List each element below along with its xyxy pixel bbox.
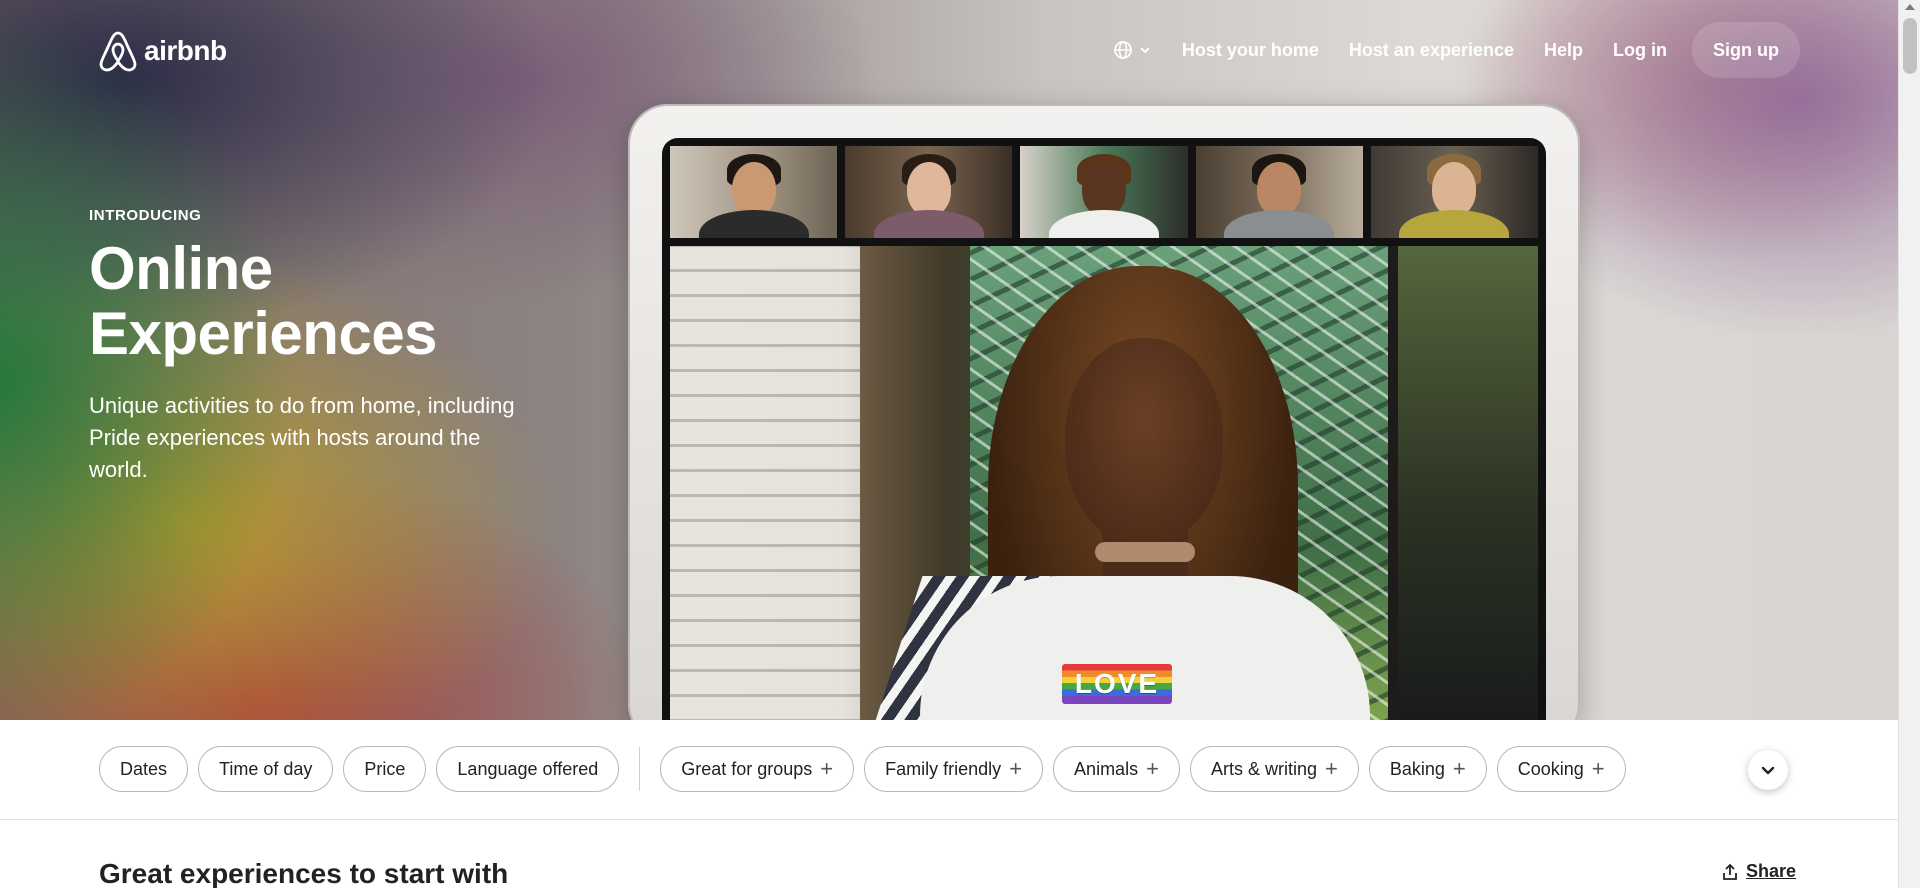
scroll-up-arrow[interactable] bbox=[1905, 4, 1915, 10]
section-title: Great experiences to start with bbox=[99, 858, 509, 888]
hero-subtitle: Unique activities to do from home, inclu… bbox=[89, 393, 515, 482]
participant-thumbnail-active bbox=[1020, 146, 1188, 238]
participant-thumbnail bbox=[1195, 146, 1363, 238]
plus-icon: + bbox=[1324, 756, 1338, 781]
page-scrollbar[interactable] bbox=[1898, 0, 1920, 888]
nav-help[interactable]: Help bbox=[1529, 28, 1598, 72]
expand-filters-button[interactable] bbox=[1748, 750, 1788, 790]
share-button[interactable]: Share bbox=[1722, 861, 1796, 882]
nav-host-an-experience[interactable]: Host an experience bbox=[1334, 28, 1529, 72]
category-chip-family-friendly[interactable]: Family friendly + bbox=[864, 746, 1044, 792]
brick-wall bbox=[670, 246, 860, 720]
nav-log-in[interactable]: Log in bbox=[1598, 28, 1682, 72]
filter-chip-language-offered[interactable]: Language offered bbox=[436, 746, 620, 792]
filter-chip-price[interactable]: Price bbox=[343, 746, 427, 792]
plus-icon: + bbox=[1146, 756, 1159, 781]
plus-icon: + bbox=[1009, 756, 1023, 781]
hero-title-line-1: Online bbox=[89, 235, 273, 302]
plus-icon: + bbox=[1591, 756, 1605, 781]
filter-divider bbox=[639, 747, 641, 791]
share-icon bbox=[1723, 863, 1737, 880]
category-chip-baking[interactable]: Baking + bbox=[1368, 746, 1487, 792]
filter-chip-time-of-day[interactable]: Time of day bbox=[198, 746, 334, 792]
category-chip-animals[interactable]: Animals + bbox=[1053, 746, 1180, 792]
airbnb-belo-icon bbox=[99, 31, 137, 72]
chevron-down-icon bbox=[1761, 766, 1775, 775]
filter-bar: Dates Time of day Price Language offered… bbox=[0, 720, 1898, 820]
category-chip-great-for-groups[interactable]: Great for groups + bbox=[660, 746, 855, 792]
filter-chips: Dates Time of day Price Language offered… bbox=[99, 746, 1626, 792]
nav-actions: Host your home Host an experience Help L… bbox=[1097, 22, 1800, 78]
participant-thumbnails bbox=[670, 146, 1539, 238]
nav-host-your-home[interactable]: Host your home bbox=[1167, 28, 1334, 72]
category-chip-arts-writing[interactable]: Arts & writing + bbox=[1189, 746, 1359, 792]
hero-banner: LOVE airbnb Host your home Host an exper… bbox=[0, 0, 1898, 720]
plus-icon: + bbox=[1452, 756, 1466, 781]
language-selector[interactable] bbox=[1097, 28, 1167, 72]
brand-name: airbnb bbox=[144, 35, 227, 66]
host-face bbox=[1065, 338, 1223, 543]
featured-host-video: LOVE bbox=[670, 246, 1538, 720]
filter-chip-dates[interactable]: Dates bbox=[99, 746, 189, 792]
scrollbar-thumb[interactable] bbox=[1903, 18, 1917, 74]
love-badge-text: LOVE bbox=[1074, 668, 1160, 699]
participant-thumbnail bbox=[670, 146, 838, 238]
airbnb-logo[interactable]: airbnb bbox=[98, 30, 227, 72]
hero-title: Online Experiences bbox=[89, 236, 559, 366]
sign-up-button[interactable]: Sign up bbox=[1692, 22, 1800, 78]
top-nav: airbnb Host your home Host an experience… bbox=[0, 0, 1898, 100]
chevron-down-icon bbox=[1140, 47, 1150, 54]
category-chip-cooking[interactable]: Cooking + bbox=[1496, 746, 1626, 792]
hero-title-line-2: Experiences bbox=[89, 300, 438, 367]
background-window bbox=[1388, 246, 1538, 720]
share-label: Share bbox=[1746, 861, 1797, 881]
globe-icon bbox=[1114, 41, 1132, 59]
participant-thumbnail bbox=[845, 146, 1013, 238]
hero-eyebrow: INTRODUCING bbox=[89, 207, 202, 224]
video-call-screen: LOVE bbox=[662, 138, 1546, 720]
participant-thumbnail bbox=[1370, 146, 1539, 238]
hero-copy: INTRODUCING Online Experiences Unique ac… bbox=[89, 207, 559, 486]
plus-icon: + bbox=[820, 756, 834, 781]
hero-laptop-frame: LOVE bbox=[628, 104, 1580, 720]
